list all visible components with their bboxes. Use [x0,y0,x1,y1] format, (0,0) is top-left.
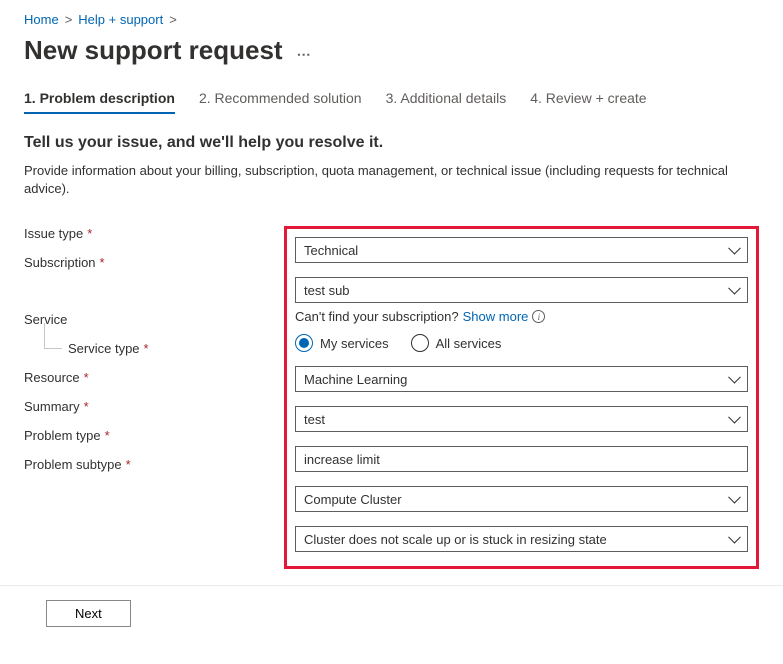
label-service-type: Service type* [24,341,284,356]
highlight-box: Technical test sub Can't find your subsc… [284,226,759,569]
service-radio-group: My services All services [295,334,748,352]
label-service: Service [24,312,284,327]
breadcrumb-sep: > [169,12,177,27]
label-issue-type: Issue type* [24,226,284,241]
breadcrumb-help[interactable]: Help + support [78,12,163,27]
section-heading: Tell us your issue, and we'll help you r… [24,134,759,152]
breadcrumb: Home > Help + support > [24,12,759,27]
next-button[interactable]: Next [46,600,131,627]
subscription-select[interactable]: test sub [295,277,748,303]
more-icon[interactable]: ⋯ [297,46,312,63]
wizard-tabs: 1. Problem description 2. Recommended so… [24,90,759,114]
tab-review-create[interactable]: 4. Review + create [530,90,646,114]
service-type-select[interactable]: Machine Learning [295,366,748,392]
label-problem-subtype: Problem subtype* [24,457,284,472]
label-resource: Resource* [24,370,284,385]
summary-input[interactable]: increase limit [295,446,748,472]
breadcrumb-sep: > [65,12,73,27]
breadcrumb-home[interactable]: Home [24,12,59,27]
info-icon[interactable]: i [532,310,545,323]
tab-additional-details[interactable]: 3. Additional details [386,90,507,114]
issue-type-select[interactable]: Technical [295,237,748,263]
resource-select[interactable]: test [295,406,748,432]
section-desc: Provide information about your billing, … [24,162,759,198]
radio-my-services[interactable]: My services [295,334,389,352]
radio-all-services[interactable]: All services [411,334,502,352]
label-subscription: Subscription* [24,255,284,270]
page-title-row: New support request ⋯ [24,35,759,66]
subscription-helper: Can't find your subscription? Show more … [295,309,748,324]
problem-type-select[interactable]: Compute Cluster [295,486,748,512]
label-summary: Summary* [24,399,284,414]
show-more-link[interactable]: Show more [463,309,529,324]
page-title: New support request [24,35,283,66]
tab-problem-description[interactable]: 1. Problem description [24,90,175,114]
problem-subtype-select[interactable]: Cluster does not scale up or is stuck in… [295,526,748,552]
footer-divider [0,585,783,586]
tab-recommended-solution[interactable]: 2. Recommended solution [199,90,362,114]
label-problem-type: Problem type* [24,428,284,443]
